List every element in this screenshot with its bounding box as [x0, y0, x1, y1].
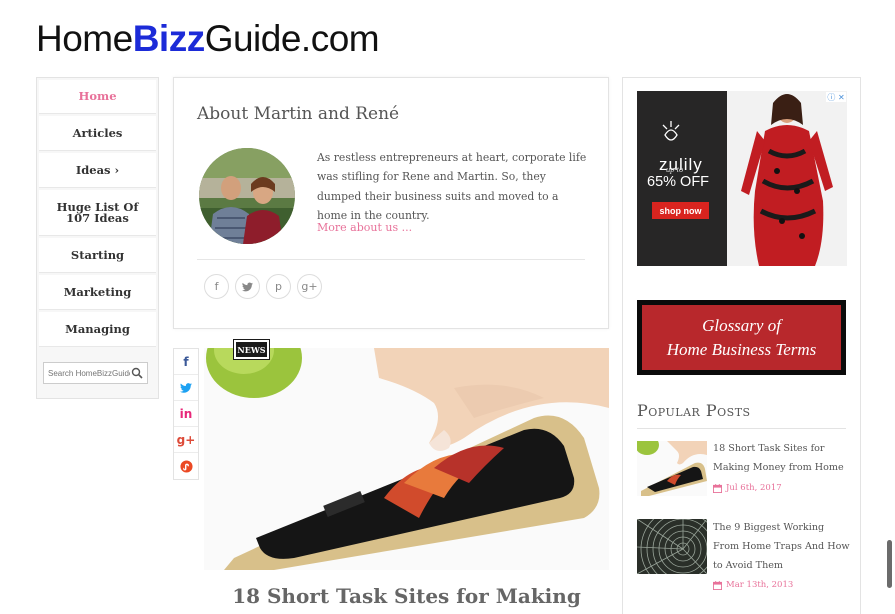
about-card: About Martin and René As restless entrep… [173, 77, 609, 329]
popular-post-date-text: Mar 13th, 2013 [726, 580, 794, 590]
popular-posts-title: Popular Posts [637, 401, 751, 420]
popular-post-link[interactable]: 18 Short Task Sites for Making Money fro… [713, 440, 851, 478]
about-title: About Martin and René [197, 104, 400, 124]
avatar [199, 148, 295, 244]
site-logo[interactable]: HomeBizzGuide.com [36, 18, 380, 60]
google-plus-share[interactable]: g+ [174, 427, 198, 453]
google-plus-icon: g+ [301, 280, 318, 293]
twitter-share-button[interactable] [235, 274, 260, 299]
facebook-share[interactable]: f [174, 349, 198, 375]
divider [197, 259, 585, 260]
nav-item-ideas[interactable]: Ideas › [39, 153, 156, 188]
linkedin-icon: in [179, 406, 193, 421]
pinterest-share-button[interactable]: p [266, 274, 291, 299]
ad-close-controls[interactable]: ⓘ ✕ [826, 92, 846, 102]
news-badge[interactable]: NEWS [233, 339, 270, 360]
logo-bizz: Bizz [132, 18, 206, 59]
ad-discount: 65% OFF [647, 174, 710, 190]
glossary-inner: Glossary of Home Business Terms [642, 305, 841, 370]
twitter-share[interactable] [174, 375, 198, 401]
pinterest-icon: p [275, 280, 282, 293]
linkedin-share[interactable]: in [174, 401, 198, 427]
search-input[interactable] [48, 368, 130, 378]
google-plus-share-button[interactable]: g+ [297, 274, 322, 299]
logo-home: Home [36, 18, 133, 59]
facebook-icon: f [214, 280, 219, 293]
share-bar: f in g+ [173, 348, 199, 480]
google-plus-icon: g+ [176, 432, 196, 447]
sidebar-nav: Home Articles Ideas › Huge List Of 107 I… [36, 77, 159, 399]
page-scrollbar[interactable] [887, 540, 892, 588]
twitter-icon [242, 282, 253, 291]
post-title[interactable]: 18 Short Task Sites for Making [204, 584, 609, 608]
nav-item-starting[interactable]: Starting [39, 238, 156, 273]
popular-post-thumbnail[interactable] [637, 519, 707, 574]
popular-post-link[interactable]: The 9 Biggest Working From Home Traps An… [713, 519, 851, 575]
advertisement[interactable]: zulily up to 65% OFF shop now ⓘ ✕ [637, 91, 847, 266]
nav-item-home[interactable]: Home [39, 80, 156, 114]
divider [637, 428, 846, 429]
more-about-link[interactable]: More about us ... [317, 221, 412, 234]
popular-post-date: Mar 13th, 2013 [713, 580, 793, 590]
glossary-line1: Glossary of [702, 315, 781, 335]
ad-info-icon[interactable]: ⓘ [827, 92, 835, 103]
close-icon[interactable]: ✕ [838, 93, 845, 102]
stumbleupon-share[interactable] [174, 453, 198, 479]
featured-post-image[interactable] [204, 348, 609, 570]
twitter-icon [180, 382, 192, 393]
ad-up-to: up to [666, 164, 684, 174]
logo-guide: Guide.com [204, 18, 380, 59]
calendar-icon [713, 483, 722, 493]
facebook-icon: f [183, 354, 189, 369]
search-box [43, 362, 148, 384]
nav-item-articles[interactable]: Articles [39, 116, 156, 151]
glossary-banner[interactable]: Glossary of Home Business Terms [637, 300, 846, 375]
nav-item-managing[interactable]: Managing [39, 312, 156, 347]
stumbleupon-icon [179, 459, 193, 473]
about-text: As restless entrepreneurs at heart, corp… [317, 151, 587, 222]
nav-item-marketing[interactable]: Marketing [39, 275, 156, 310]
calendar-icon [713, 580, 722, 590]
nav-item-huge-list[interactable]: Huge List Of 107 Ideas [39, 190, 156, 236]
glossary-line2: Home Business Terms [666, 339, 817, 359]
search-icon[interactable] [131, 367, 143, 379]
popular-post-thumbnail[interactable] [637, 441, 707, 496]
popular-post-date-text: Jul 6th, 2017 [726, 483, 782, 493]
ad-shop-button[interactable]: shop now [652, 202, 709, 219]
facebook-share-button[interactable]: f [204, 274, 229, 299]
popular-post-date: Jul 6th, 2017 [713, 483, 782, 493]
